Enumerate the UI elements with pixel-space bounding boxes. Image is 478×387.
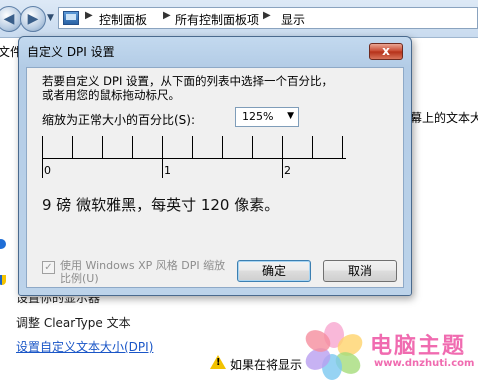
flower-logo-icon	[301, 322, 367, 380]
ruler-baseline	[42, 158, 346, 159]
description-line-1: 若要自定义 DPI 设置，从下面的列表中选择一个百分比，	[42, 74, 333, 88]
breadcrumb-control-panel[interactable]: 控制面板	[99, 11, 147, 28]
ruler-minor-tick	[192, 136, 193, 158]
back-arrow-icon: ◀	[3, 11, 15, 27]
info-icon	[0, 239, 6, 249]
forward-arrow-icon: ▶	[27, 11, 39, 27]
control-panel-icon	[63, 11, 79, 25]
font-sample-text: 9 磅 微软雅黑，每英寸 120 像素。	[42, 196, 280, 214]
ruler-major-tick	[282, 136, 283, 178]
ruler-minor-tick	[222, 136, 223, 158]
xp-style-checkbox-label: 使用 Windows XP 风格 DPI 缩放比例(U)	[60, 259, 226, 285]
breadcrumb-separator-icon[interactable]: ▶	[85, 10, 93, 21]
warning-text: 如果在将显示	[230, 358, 303, 372]
watermark-title: 电脑主题	[370, 334, 467, 359]
watermark: 电脑主题 www.dnzhuti.com	[300, 316, 478, 387]
scale-percent-label: 缩放为正常大小的百分比(S):	[42, 113, 196, 127]
dialog-title: 自定义 DPI 设置	[27, 45, 115, 59]
left-link-custom-text-size[interactable]: 设置自定义文本大小(DPI)	[16, 338, 153, 355]
left-link-cleartype[interactable]: 调整 ClearType 文本	[16, 314, 131, 331]
address-bar-area: ◀ ▶ ▼ ▶ 控制面板 ▶ 所有控制面板项 ▶ 显示	[0, 0, 478, 38]
cancel-button[interactable]: 取消	[323, 260, 397, 282]
forward-button[interactable]: ▶	[20, 6, 46, 32]
scale-percent-value: 125%	[242, 110, 274, 123]
scale-percent-dropdown[interactable]: 125% ▼	[235, 107, 299, 127]
ruler-minor-tick	[312, 136, 313, 158]
xp-style-checkbox[interactable]: ✓	[42, 261, 55, 274]
ok-button[interactable]: 确定	[237, 260, 311, 282]
address-box[interactable]: ▶ 控制面板 ▶ 所有控制面板项 ▶ 显示	[58, 7, 478, 29]
ruler-minor-tick	[102, 136, 103, 158]
ruler-minor-tick	[132, 136, 133, 158]
ruler-minor-tick	[252, 136, 253, 158]
breadcrumb-separator-icon[interactable]: ▶	[263, 10, 271, 21]
description-line-2: 或者用您的鼠标拖动标尺。	[42, 88, 180, 102]
custom-dpi-dialog: 自定义 DPI 设置 x 若要自定义 DPI 设置，从下面的列表中选择一个百分比…	[18, 36, 412, 296]
dpi-ruler[interactable]: 0 1 2	[42, 136, 346, 178]
dialog-body: 若要自定义 DPI 设置，从下面的列表中选择一个百分比， 或者用您的鼠标拖动标尺…	[26, 67, 404, 288]
ruler-minor-tick	[342, 136, 343, 158]
watermark-url: www.dnzhuti.com	[374, 358, 475, 369]
history-dropdown-icon[interactable]: ▼	[47, 13, 54, 23]
breadcrumb-all-items[interactable]: 所有控制面板项	[175, 11, 259, 28]
main-text-fragment: 幕上的文本大小	[410, 111, 478, 125]
chevron-down-icon: ▼	[287, 111, 294, 121]
close-button[interactable]: x	[369, 43, 403, 60]
close-icon: x	[382, 44, 390, 58]
shield-icon	[0, 275, 6, 285]
ruler-minor-tick	[72, 136, 73, 158]
checkmark-icon: ✓	[44, 262, 53, 273]
breadcrumb-separator-icon[interactable]: ▶	[163, 10, 171, 21]
back-button[interactable]: ◀	[0, 6, 22, 32]
breadcrumb-display[interactable]: 显示	[281, 11, 305, 28]
ruler-major-tick	[162, 136, 163, 178]
dialog-description: 若要自定义 DPI 设置，从下面的列表中选择一个百分比， 或者用您的鼠标拖动标尺…	[42, 74, 333, 102]
warning-icon: !	[210, 355, 226, 369]
ruler-label-2: 2	[284, 164, 291, 177]
ruler-label-0: 0	[44, 164, 51, 177]
ruler-major-tick	[42, 136, 43, 178]
ruler-label-1: 1	[164, 164, 171, 177]
